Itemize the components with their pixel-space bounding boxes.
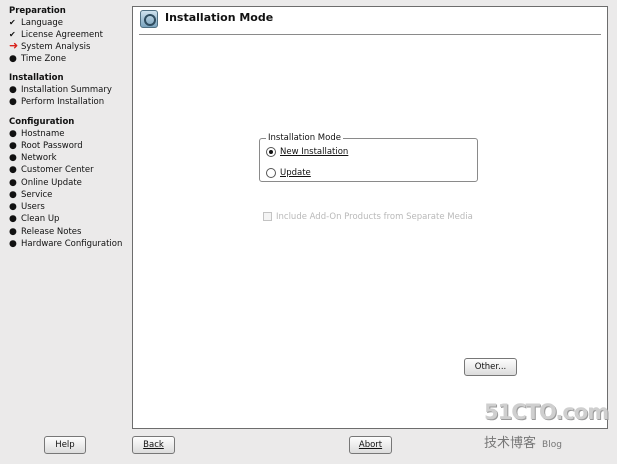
bullet-icon: ● xyxy=(9,141,17,151)
site-watermark: 51CTO.com 技术博客 Blog xyxy=(484,400,614,458)
new-installation-label[interactable]: New Installation xyxy=(280,147,348,157)
installation-mode-group-label: Installation Mode xyxy=(266,132,343,144)
checkbox-disabled-icon[interactable] xyxy=(263,212,272,221)
sidebar-item-release-notes: ● Release Notes xyxy=(9,227,82,237)
new-installation-radio[interactable]: New Installation xyxy=(266,146,348,158)
abort-button[interactable]: Abort xyxy=(349,436,392,454)
installation-mode-icon xyxy=(140,10,158,28)
panel-header: Installation Mode xyxy=(133,7,607,35)
sidebar-item-service: ● Service xyxy=(9,190,53,200)
sidebar-item-system-analysis: ➜ System Analysis xyxy=(9,39,91,52)
bullet-icon: ● xyxy=(9,97,17,107)
installation-mode-group: Installation Mode New Installation Updat… xyxy=(259,132,478,182)
radio-selected-icon[interactable] xyxy=(266,146,276,157)
sidebar-item-hostname: ● Hostname xyxy=(9,129,65,139)
header-divider xyxy=(139,34,601,35)
sidebar-item-hardware-configuration: ● Hardware Configuration xyxy=(9,239,123,249)
bullet-icon: ● xyxy=(9,190,17,200)
include-addon-label: Include Add-On Products from Separate Me… xyxy=(276,212,473,222)
bullet-icon: ● xyxy=(9,214,17,224)
bullet-icon: ● xyxy=(9,227,17,237)
bullet-icon: ● xyxy=(9,178,17,188)
back-button[interactable]: Back xyxy=(132,436,175,454)
sidebar-item-users: ● Users xyxy=(9,202,45,212)
sidebar-item-network: ● Network xyxy=(9,153,57,163)
bullet-icon: ● xyxy=(9,54,17,64)
sidebar-item-installation-summary: ● Installation Summary xyxy=(9,85,112,95)
main-panel: Installation Mode Installation Mode New … xyxy=(132,6,608,429)
section-installation-title: Installation xyxy=(9,73,64,83)
sidebar-item-customer-center: ● Customer Center xyxy=(9,165,94,175)
watermark-subtitle: 技术博客 Blog xyxy=(484,436,562,451)
steps-sidebar: Preparation ✔ Language ✔ License Agreement… xyxy=(0,0,128,430)
sidebar-item-time-zone: ● Time Zone xyxy=(9,54,67,64)
update-radio[interactable]: Update xyxy=(266,167,311,179)
check-icon: ✔ xyxy=(9,18,16,27)
bullet-icon: ● xyxy=(9,239,17,249)
bullet-icon: ● xyxy=(9,85,17,95)
sidebar-item-clean-up: ● Clean Up xyxy=(9,214,60,224)
watermark-logo-text: 51CTO.com xyxy=(484,400,609,424)
sidebar-item-online-update: ● Online Update xyxy=(9,178,82,188)
section-preparation-title: Preparation xyxy=(9,6,66,16)
help-button[interactable]: Help xyxy=(44,436,86,454)
sidebar-item-license-agreement: ✔ License Agreement xyxy=(9,30,103,40)
current-step-arrow-icon: ➜ xyxy=(9,39,19,52)
include-addon-checkbox[interactable]: Include Add-On Products from Separate Me… xyxy=(263,211,473,223)
bullet-icon: ● xyxy=(9,129,17,139)
radio-unselected-icon[interactable] xyxy=(266,167,276,178)
sidebar-item-language: ✔ Language xyxy=(9,18,63,28)
bullet-icon: ● xyxy=(9,165,17,175)
sidebar-item-perform-installation: ● Perform Installation xyxy=(9,97,105,107)
sidebar-item-root-password: ● Root Password xyxy=(9,141,83,151)
other-button[interactable]: Other... xyxy=(464,358,517,376)
section-configuration-title: Configuration xyxy=(9,117,75,127)
bullet-icon: ● xyxy=(9,202,17,212)
bullet-icon: ● xyxy=(9,153,17,163)
update-label[interactable]: Update xyxy=(280,168,311,178)
page-title: Installation Mode xyxy=(165,11,274,24)
